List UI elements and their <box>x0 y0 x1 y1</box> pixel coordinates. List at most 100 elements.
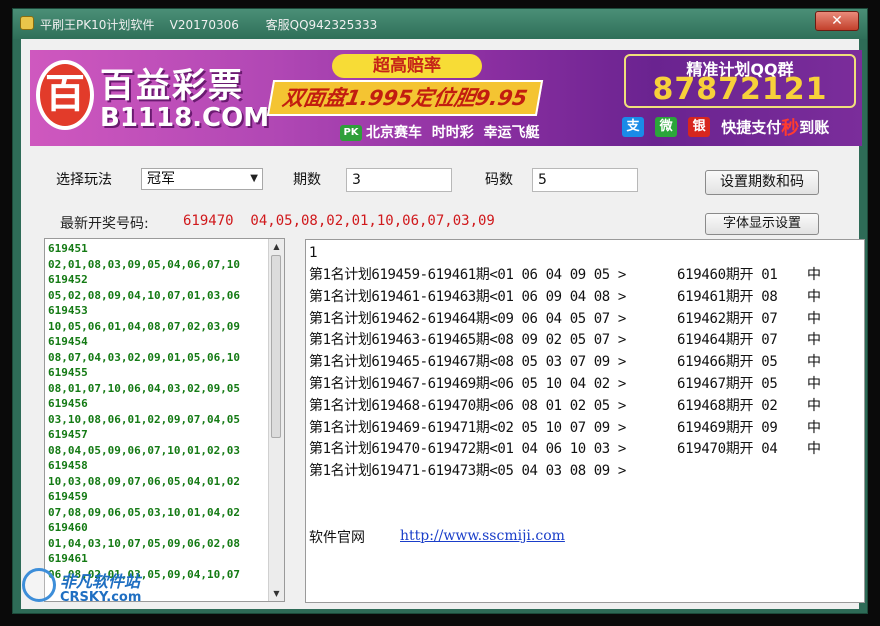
plan-result: 中 <box>807 354 821 371</box>
play-mode-value: 冠军 <box>147 171 175 187</box>
window-title: 平刷王PK10计划软件 V20170306 客服QQ942325333 <box>40 18 378 32</box>
plan-open: 619466期开 05 <box>677 354 778 371</box>
plan-text: 第1名计划619469-619471期<02 05 10 07 09 > <box>309 419 626 436</box>
pk10-badge-icon: PK <box>340 125 362 141</box>
plan-result: 中 <box>807 375 821 392</box>
banner-domain: B1118.COM <box>100 103 270 133</box>
history-line: 619461 <box>48 552 88 565</box>
scroll-down-arrow-icon[interactable]: ▼ <box>269 586 284 601</box>
plan-text: 第1名计划619470-619472期<01 04 06 10 03 > <box>309 441 626 458</box>
plan-text: 第1名计划619467-619469期<06 05 10 04 02 > <box>309 375 626 392</box>
history-line: 05,02,08,09,04,10,07,01,03,06 <box>48 288 241 302</box>
plan-text: 第1名计划619462-619464期<09 06 04 05 07 > <box>309 310 626 327</box>
banner-games: PK 北京赛车 时时彩 幸运飞艇 <box>340 122 540 142</box>
app-window: 平刷王PK10计划软件 V20170306 客服QQ942325333 ✕ 百 … <box>12 8 868 614</box>
history-line: 03,10,08,06,01,02,09,07,04,05 <box>48 412 241 426</box>
plan-open: 619461期开 08 <box>677 288 778 305</box>
plan-row: 第1名计划619471-619473期<05 04 03 08 09 > <box>309 460 849 482</box>
plan-row: 第1名计划619463-619465期<08 09 02 05 07 > 6194… <box>309 329 849 351</box>
history-line: 08,07,04,03,02,09,01,05,06,10 <box>48 350 241 364</box>
banner-games-text: 北京赛车 时时彩 幸运飞艇 <box>366 125 540 141</box>
plan-result: 中 <box>807 332 821 349</box>
plan-open: 619470期开 04 <box>677 441 778 458</box>
plan-header-line: 1 <box>309 245 318 261</box>
history-line: 619451 <box>48 242 88 255</box>
plan-result: 中 <box>807 288 821 305</box>
close-button[interactable]: ✕ <box>815 11 859 31</box>
plan-open: 619468期开 02 <box>677 397 778 414</box>
plan-row: 第1名计划619470-619472期<01 04 06 10 03 > 6194… <box>309 438 849 460</box>
history-line: 619452 <box>48 273 88 286</box>
plan-result: 中 <box>807 419 821 436</box>
dropdown-arrow-icon[interactable]: ▼ <box>250 169 258 189</box>
code-count-input[interactable]: 5 <box>532 168 638 192</box>
play-mode-select[interactable]: 冠军 ▼ <box>141 168 263 190</box>
plan-text: 第1名计划619459-619461期<01 06 04 09 05 > <box>309 267 626 283</box>
watermark-domain: CRSKY.com <box>60 590 142 605</box>
official-site-link[interactable]: http://www.sscmiji.com <box>400 528 565 544</box>
plan-result: 中 <box>807 267 821 283</box>
plan-row: 第1名计划619459-619461期<01 06 04 09 05 > 6194… <box>309 264 849 286</box>
plan-row: 第1名计划619465-619467期<08 05 03 07 09 > 6194… <box>309 351 849 373</box>
period-label: 期数 <box>293 172 321 188</box>
history-line: 10,03,08,09,07,06,05,04,01,02 <box>48 474 241 488</box>
pay-highlight: 秒 <box>781 118 800 139</box>
plan-text: 第1名计划619465-619467期<08 05 03 07 09 > <box>309 354 626 371</box>
plan-text: 第1名计划619468-619470期<06 08 01 02 05 > <box>309 397 626 414</box>
latest-draw-value: 619470 04,05,08,02,01,10,06,07,03,09 <box>183 213 495 229</box>
plan-text: 第1名计划619471-619473期<05 04 03 08 09 > <box>309 463 626 480</box>
pay-suffix: 到账 <box>799 118 830 137</box>
plan-open: 619467期开 05 <box>677 375 778 392</box>
plan-row: 第1名计划619467-619469期<06 05 10 04 02 > 6194… <box>309 373 849 395</box>
history-line: 619457 <box>48 428 88 441</box>
banner-qq-box: 精准计划QQ群 87872121 <box>624 54 856 108</box>
history-line: 08,04,05,09,06,07,10,01,02,03 <box>48 443 241 457</box>
plan-open: 619460期开 01 <box>677 267 778 283</box>
set-period-code-button[interactable]: 设置期数和码 <box>705 170 819 195</box>
plan-row: 第1名计划619469-619471期<02 05 10 07 09 > 6194… <box>309 417 849 439</box>
history-line: 619456 <box>48 397 88 410</box>
plan-row: 第1名计划619462-619464期<09 06 04 05 07 > 6194… <box>309 308 849 330</box>
banner-brand-name: 百益彩票 <box>100 66 244 106</box>
banner-tagline: 超高赔率 <box>332 54 482 78</box>
plan-result: 中 <box>807 441 821 458</box>
history-scrollbar[interactable]: ▲ ▼ <box>268 239 284 601</box>
pay-text: 快捷支付 <box>721 118 782 137</box>
plan-result: 中 <box>807 310 821 327</box>
latest-draw-label: 最新开奖号码: <box>60 216 149 232</box>
banner-payment: 支 微 银 快捷支付秒到账 <box>622 114 829 140</box>
play-mode-label: 选择玩法 <box>56 172 112 188</box>
history-line: 619453 <box>48 304 88 317</box>
watermark-name: 非凡软件站 <box>60 572 141 591</box>
app-icon <box>20 16 34 30</box>
scrollbar-thumb[interactable] <box>271 255 281 438</box>
unionpay-icon: 银 <box>688 117 711 137</box>
history-lines: 619451 02,01,08,03,09,05,04,06,07,10 619… <box>48 241 270 582</box>
font-settings-button[interactable]: 字体显示设置 <box>705 213 819 235</box>
history-line: 02,01,08,03,09,05,04,06,07,10 <box>48 257 241 271</box>
draw-history-list[interactable]: 619451 02,01,08,03,09,05,04,06,07,10 619… <box>44 238 285 602</box>
lottery-logo-icon: 百 <box>36 60 94 130</box>
history-line: 01,04,03,10,07,05,09,06,02,08 <box>48 536 241 550</box>
plan-row: 第1名计划619468-619470期<06 08 01 02 05 > 6194… <box>309 395 849 417</box>
history-line: 10,05,06,01,04,08,07,02,03,09 <box>48 319 241 333</box>
plan-row: 第1名计划619461-619463期<01 06 09 04 08 > 6194… <box>309 286 849 308</box>
plan-text: 第1名计划619463-619465期<08 09 02 05 07 > <box>309 332 626 349</box>
title-bar[interactable]: 平刷王PK10计划软件 V20170306 客服QQ942325333 ✕ <box>13 9 867 39</box>
code-count-label: 码数 <box>485 172 513 188</box>
plan-open: 619469期开 09 <box>677 419 778 436</box>
history-line: 619459 <box>48 490 88 503</box>
plan-output-panel[interactable]: 1 第1名计划619459-619461期<01 06 04 09 05 > 61… <box>305 239 865 603</box>
history-line: 619460 <box>48 521 88 534</box>
client-area: 百 百益彩票 B1118.COM 超高赔率 双面盘1.995定位胆9.95 PK… <box>21 39 865 609</box>
plan-open: 619462期开 07 <box>677 310 778 327</box>
scroll-up-arrow-icon[interactable]: ▲ <box>269 239 284 254</box>
plan-text: 第1名计划619461-619463期<01 06 09 04 08 > <box>309 288 626 305</box>
plan-rows: 第1名计划619459-619461期<01 06 04 09 05 > 6194… <box>309 264 849 482</box>
history-line: 07,08,09,06,05,03,10,01,04,02 <box>48 505 241 519</box>
period-input[interactable]: 3 <box>346 168 452 192</box>
alipay-icon: 支 <box>622 117 644 137</box>
banner-qq-number: 87872121 <box>652 72 828 107</box>
history-line: 08,01,07,10,06,04,03,02,09,05 <box>48 381 241 395</box>
ad-banner[interactable]: 百 百益彩票 B1118.COM 超高赔率 双面盘1.995定位胆9.95 PK… <box>30 50 862 146</box>
